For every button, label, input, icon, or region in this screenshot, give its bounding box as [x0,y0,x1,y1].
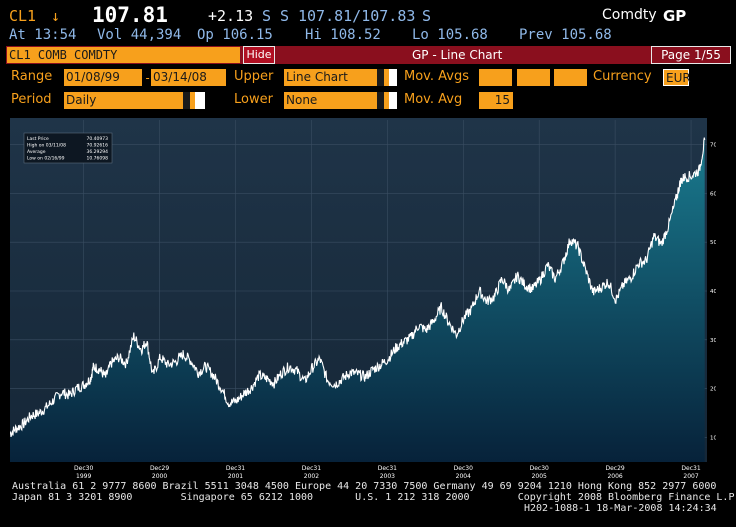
mov-avg-label: Mov. Avg [404,92,463,107]
bid-ask: 107.81/107.83 [298,7,416,25]
x-tick-day-label: Dec31 [302,465,321,472]
chart-title: GP - Line Chart [412,48,503,62]
quote-high: Hi 108.52 [305,27,381,43]
source-s2: S [280,7,290,25]
x-tick-year-label: 2004 [456,473,471,480]
quote-prev: Prev 105.68 [519,27,612,43]
x-tick-day-label: Dec29 [150,465,169,472]
ticker-symbol[interactable]: CL1 [9,7,36,25]
price-change: +2.13 [208,7,254,25]
security-field[interactable]: CL1 COMB COMDTY [7,47,240,63]
function-prefix: Comdty [602,7,657,23]
lower-label: Lower [234,92,273,107]
y-tick-label: 70 [710,142,716,148]
quote-detail-line: At 13:54 Vol 44,394 Op 106.15 Hi 108.52 … [0,26,736,44]
down-arrow-icon: ↓ [51,7,61,25]
x-tick-year-label: 2005 [532,473,547,480]
function-code: GP [663,7,687,25]
last-price: 107.81 [92,3,168,27]
upper-dropdown-arrow-icon[interactable] [377,69,389,86]
currency-label: Currency [593,69,652,84]
quote-low: Lo 105.68 [412,27,488,43]
y-tick-label: 10 [710,436,716,442]
x-tick-year-label: 2001 [228,473,243,480]
y-tick-label: 40 [710,289,716,295]
x-tick-day-label: Dec30 [454,465,473,472]
mov-avg-field-1[interactable] [479,69,512,86]
period-dropdown-edge [195,92,205,109]
x-tick-year-label: 2003 [380,473,395,480]
range-label: Range [11,69,53,84]
period-dropdown-arrow-icon[interactable] [183,92,195,109]
x-tick-day-label: Dec29 [606,465,625,472]
upper-label: Upper [234,69,274,84]
footer-phones-line2: Japan 81 3 3201 8900 Singapore 65 6212 1… [12,492,736,503]
range-end-field[interactable]: 03/14/08 [151,69,226,86]
upper-dropdown-value: Line Chart [286,70,348,84]
footer-phones-line1: Australia 61 2 9777 8600 Brazil 5511 304… [12,481,717,492]
legend-row-label: Last Price [27,136,49,142]
y-axis-strip [707,118,716,480]
mov-avg-field-3[interactable] [554,69,587,86]
range-start-field[interactable]: 01/08/99 [64,69,142,86]
lower-dropdown-value: None [286,93,318,107]
mov-avgs-label: Mov. Avgs [404,69,469,84]
upper-dropdown-edge [389,69,397,86]
legend-row-label: Low on 02/16/99 [27,156,65,162]
period-label: Period [11,92,52,107]
y-tick-label: 50 [710,240,716,246]
quote-open: Op 106.15 [197,27,273,43]
period-dropdown[interactable]: Daily [64,92,195,109]
source-s3: S [422,7,432,25]
period-dropdown-value: Daily [66,93,97,107]
legend-row-label: Average [27,149,46,155]
lower-dropdown[interactable]: None [284,92,389,109]
x-tick-year-label: 2007 [683,473,698,480]
legend-row-value: 70.40973 [87,136,109,142]
x-tick-year-label: 2002 [304,473,319,480]
y-tick-label: 60 [710,191,716,197]
source-s1: S [262,7,272,25]
legend-row-label: High on 03/11/08 [27,143,66,149]
y-tick-label: 20 [710,387,716,393]
y-tick-label: 30 [710,338,716,344]
lower-dropdown-arrow-icon[interactable] [377,92,389,109]
mov-avg-field-2[interactable] [517,69,550,86]
price-chart-svg: 10203040506070Dec301999Dec292000Dec31200… [10,118,716,480]
price-chart[interactable]: 10 20 30 40 50 60 70 Dec30 1999 Dec29 2000 Dec31 200… [10,118,716,480]
mov-avg-value-field[interactable]: 15 [479,92,513,109]
quote-header: CL1 ↓ 107.81 +2.13 S S 107.81/107.83 S C… [0,3,736,27]
x-tick-year-label: 1999 [76,473,91,480]
legend-row-value: 10.76098 [87,156,109,162]
quote-time: At 13:54 [9,27,77,43]
hide-button[interactable]: Hide [243,46,275,64]
x-tick-year-label: 2006 [607,473,622,480]
x-tick-year-label: 2000 [152,473,167,480]
x-tick-day-label: Dec30 [530,465,549,472]
page-indicator[interactable]: Page 1/55 [651,46,731,64]
x-tick-day-label: Dec31 [378,465,397,472]
legend-row-value: 70.92616 [87,143,109,149]
x-tick-day-label: Dec30 [74,465,93,472]
x-tick-day-label: Dec31 [681,465,700,472]
quote-volume: Vol 44,394 [97,27,182,43]
footer-timestamp: H202-1088-1 18-Mar-2008 14:24:34 [524,503,717,514]
x-tick-day-label: Dec31 [226,465,245,472]
legend-row-value: 36.29294 [87,149,109,155]
lower-dropdown-edge [389,92,397,109]
currency-field[interactable]: EUR [663,69,691,86]
upper-dropdown[interactable]: Line Chart [284,69,389,86]
